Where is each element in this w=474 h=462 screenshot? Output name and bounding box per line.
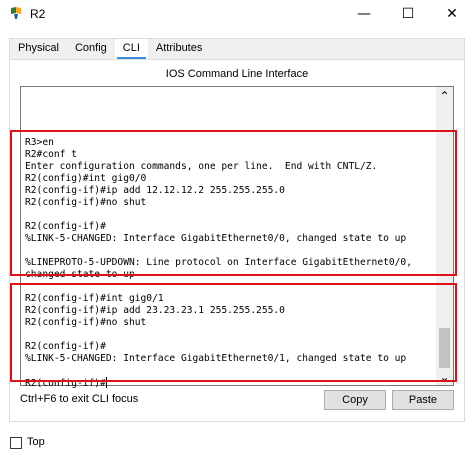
copy-button[interactable]: Copy bbox=[324, 390, 386, 410]
tab-config[interactable]: Config bbox=[67, 39, 115, 59]
cli-content: IOS Command Line Interface R3>en R2#conf … bbox=[10, 59, 464, 421]
scroll-thumb[interactable] bbox=[439, 328, 450, 368]
terminal-line: R2(config-if)# bbox=[25, 221, 106, 232]
cli-header: IOS Command Line Interface bbox=[165, 68, 309, 80]
terminal-line: %LINK-5-CHANGED: Interface GigabitEthern… bbox=[25, 233, 407, 244]
scroll-down-icon[interactable]: ⌄ bbox=[436, 368, 453, 385]
terminal-line: R2(config)#int gig0/0 bbox=[25, 173, 147, 184]
terminal-line: R3>en bbox=[25, 137, 54, 148]
terminal-line: R2(config-if)#ip add 23.23.23.1 255.255.… bbox=[25, 305, 285, 316]
terminal-line: changed state to up bbox=[25, 269, 135, 280]
title-bar: R2 — ☐ ✕ bbox=[0, 0, 474, 28]
tab-bar: Physical Config CLI Attributes bbox=[10, 39, 210, 59]
scroll-up-icon[interactable]: ⌃ bbox=[436, 87, 453, 104]
terminal-line: R2#conf t bbox=[25, 149, 77, 160]
tab-physical[interactable]: Physical bbox=[10, 39, 67, 59]
top-label: Top bbox=[27, 436, 45, 448]
terminal-line: R2(config-if)#no shut bbox=[25, 317, 147, 328]
close-button[interactable]: ✕ bbox=[430, 0, 474, 28]
terminal-output: R3>en R2#conf t Enter configuration comman… bbox=[25, 137, 412, 389]
terminal-prompt: R2(config-if)# bbox=[25, 378, 106, 389]
top-checkbox[interactable] bbox=[10, 437, 22, 449]
terminal-line: Enter configuration commands, one per li… bbox=[25, 161, 378, 172]
maximize-button[interactable]: ☐ bbox=[386, 0, 430, 28]
terminal-scrollbar[interactable]: ⌃ ⌄ bbox=[436, 87, 453, 385]
device-panel: Physical Config CLI Attributes IOS Comma… bbox=[9, 38, 465, 422]
tab-cli[interactable]: CLI bbox=[114, 39, 148, 59]
exit-cli-hint: Ctrl+F6 to exit CLI focus bbox=[20, 393, 139, 405]
cli-terminal[interactable]: R3>en R2#conf t Enter configuration comman… bbox=[20, 86, 454, 389]
terminal-line: R2(config-if)#no shut bbox=[25, 197, 147, 208]
paste-button[interactable]: Paste bbox=[392, 390, 454, 410]
tab-attributes[interactable]: Attributes bbox=[148, 39, 210, 59]
terminal-line: R2(config-if)#ip add 12.12.12.2 255.255.… bbox=[25, 185, 285, 196]
terminal-prompt-line[interactable]: R2(config-if)# bbox=[25, 377, 412, 389]
terminal-line: %LINEPROTO-5-UPDOWN: Line protocol on In… bbox=[25, 257, 412, 268]
terminal-line: R2(config-if)#int gig0/1 bbox=[25, 293, 164, 304]
app-icon bbox=[11, 7, 21, 19]
minimize-button[interactable]: — bbox=[342, 0, 386, 28]
terminal-line: %LINK-5-CHANGED: Interface GigabitEthern… bbox=[25, 353, 407, 364]
window-title: R2 bbox=[30, 7, 46, 21]
terminal-line: R2(config-if)# bbox=[25, 341, 106, 352]
text-cursor bbox=[105, 377, 107, 388]
